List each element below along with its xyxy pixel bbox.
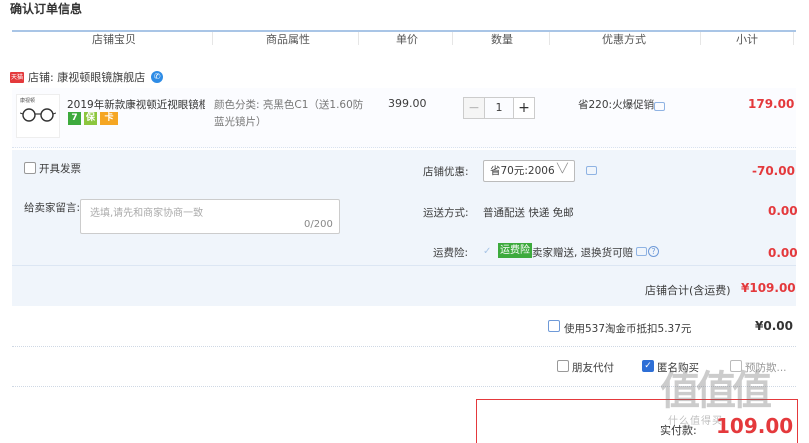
quantity-increase-button[interactable]: + — [513, 97, 535, 119]
col-head-unit-price: 单价 — [396, 33, 418, 46]
col-head-shop-item: 店铺宝贝 — [92, 33, 136, 46]
item-subtotal: 179.00 — [748, 97, 795, 111]
shipping-amount: 0.00 — [768, 204, 798, 218]
quantity-stepper: − 1 + — [463, 97, 535, 119]
header-divider — [12, 30, 796, 32]
chat-wangwang-icon[interactable]: ✆ — [151, 71, 164, 83]
watermark-text: 什么值得买 — [668, 416, 723, 427]
insurance-amount: 0.00 — [768, 246, 798, 260]
page-title: 确认订单信息 — [10, 2, 83, 16]
promo-info-icon[interactable] — [654, 102, 665, 111]
credit-card-icon[interactable]: 卡 — [100, 112, 118, 125]
friend-pay-checkbox[interactable] — [557, 360, 569, 372]
taojinbi-value: ¥0.00 — [755, 319, 793, 333]
glasses-image — [20, 108, 56, 122]
product-attribute-cont: 蓝光镜片） — [214, 116, 267, 128]
col-separator — [793, 31, 794, 45]
payment-total: 109.00 — [716, 414, 794, 438]
col-head-attributes: 商品属性 — [266, 33, 310, 46]
store-coupon-amount: -70.00 — [752, 164, 795, 178]
seller-note-placeholder: 选填,请先和商家协商一致 — [90, 208, 204, 219]
tmall-icon: 天猫 — [10, 71, 24, 83]
unit-price: 399.00 — [388, 97, 427, 110]
shipping-method: 普通配送 快递 免邮 — [483, 207, 574, 219]
col-separator — [452, 31, 453, 45]
divider — [12, 346, 796, 347]
guarantee-icon[interactable]: 保 — [84, 112, 97, 125]
taojinbi-checkbox[interactable] — [548, 320, 560, 332]
shop-name-link[interactable]: 店铺: 康视顿眼镜旗舰店 — [28, 69, 145, 85]
product-attribute: 颜色分类: 亮黑色C1（送1.60防 — [214, 99, 364, 111]
thumbnail-brand-text: 康视顿 — [20, 98, 36, 104]
col-head-discount: 优惠方式 — [602, 33, 646, 46]
seller-note-count: 0/200 — [304, 219, 333, 230]
product-title-link[interactable]: 2019年新款康视顿近视眼镜框... — [67, 97, 205, 112]
insurance-label: 运费险: — [433, 247, 469, 259]
col-head-quantity: 数量 — [491, 33, 513, 46]
help-icon[interactable]: ? — [648, 246, 659, 257]
watermark-logo: 值值值 — [660, 368, 772, 414]
insurance-desc: 卖家赠送, 退换货可赔 — [532, 247, 634, 259]
anonymous-checkbox[interactable]: ✓ — [642, 360, 654, 372]
shipping-label: 运送方式: — [423, 207, 469, 219]
col-separator — [358, 31, 359, 45]
insurance-tag: 运费险 — [498, 243, 532, 258]
shop-total-value: ¥109.00 — [741, 281, 796, 295]
insurance-info-icon[interactable] — [636, 247, 647, 256]
shop-row: 天猫 店铺: 康视顿眼镜旗舰店 ✆ — [10, 69, 164, 85]
col-separator — [700, 31, 701, 45]
col-head-subtotal: 小计 — [736, 33, 758, 46]
shop-total-label: 店铺合计(含运费) — [645, 284, 731, 297]
chevron-down-icon: ╲╱ — [557, 164, 568, 174]
panel-divider — [12, 265, 796, 266]
friend-pay-label: 朋友代付 — [572, 362, 614, 374]
quantity-decrease-button[interactable]: − — [463, 97, 485, 119]
col-separator — [212, 31, 213, 45]
check-icon: ✓ — [483, 246, 492, 257]
quantity-input[interactable]: 1 — [485, 97, 513, 119]
seven-day-return-icon[interactable]: 7 — [68, 112, 81, 125]
taojinbi-label: 使用537淘金币抵扣5.37元 — [564, 323, 692, 335]
promotion-label: 省220:火爆促销 — [578, 99, 655, 111]
invoice-checkbox[interactable] — [24, 162, 36, 174]
coupon-info-icon[interactable] — [586, 166, 597, 175]
seller-note-label: 给卖家留言: — [24, 202, 81, 214]
store-coupon-label: 店铺优惠: — [423, 166, 469, 178]
invoice-label: 开具发票 — [39, 163, 81, 175]
col-separator — [549, 31, 550, 45]
